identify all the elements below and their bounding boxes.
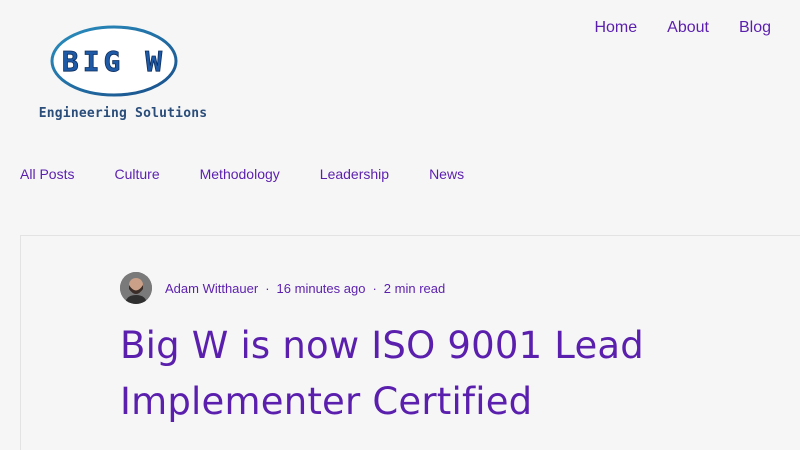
nav-home-link[interactable]: Home xyxy=(594,18,637,38)
post-meta: Adam Witthauer · 16 minutes ago · 2 min … xyxy=(120,272,445,304)
nav-blog-link[interactable]: Blog xyxy=(739,18,771,38)
meta-separator: · xyxy=(265,280,270,296)
post-time-ago: 16 minutes ago xyxy=(276,280,366,296)
category-culture[interactable]: Culture xyxy=(114,166,159,183)
top-navigation: Home About Blog xyxy=(594,18,771,38)
category-news[interactable]: News xyxy=(429,166,464,183)
author-avatar[interactable] xyxy=(120,272,152,304)
logo-graphic: BIG W xyxy=(50,25,178,97)
site-logo[interactable]: BIG W Engineering Solutions xyxy=(38,22,208,130)
post-card: Adam Witthauer · 16 minutes ago · 2 min … xyxy=(20,235,800,450)
post-read-time: 2 min read xyxy=(383,280,446,296)
author-name-link[interactable]: Adam Witthauer xyxy=(165,281,258,296)
avatar-image xyxy=(120,272,152,304)
nav-about-link[interactable]: About xyxy=(667,18,709,38)
meta-separator: · xyxy=(372,280,377,296)
category-methodology[interactable]: Methodology xyxy=(200,166,280,183)
blog-category-navigation: All Posts Culture Methodology Leadership… xyxy=(20,166,464,183)
category-all-posts[interactable]: All Posts xyxy=(20,166,74,183)
logo-wordmark: BIG W xyxy=(62,45,166,78)
logo-tagline: Engineering Solutions xyxy=(38,106,208,121)
category-leadership[interactable]: Leadership xyxy=(320,166,389,183)
post-title[interactable]: Big W is now ISO 9001 Lead Implementer C… xyxy=(120,318,700,430)
